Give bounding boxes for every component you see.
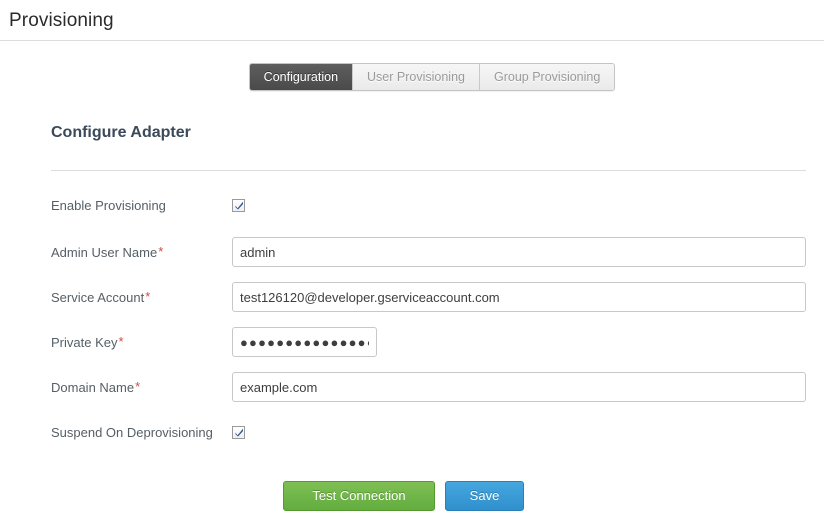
form-actions: Test Connection Save <box>51 447 806 511</box>
form-row-service-account: Service Account* <box>51 282 806 312</box>
required-marker: * <box>118 333 124 349</box>
label-enable-provisioning: Enable Provisioning <box>51 197 166 213</box>
label-admin-user-name-text: Admin User Name <box>51 244 158 260</box>
form-row-suspend-on-deprovisioning: Suspend On Deprovisioning <box>51 417 806 447</box>
checkbox-suspend-on-deprovisioning[interactable] <box>232 425 245 439</box>
page-title: Provisioning <box>9 9 114 31</box>
configure-adapter-form: Configure Adapter Enable Provisioning Ad… <box>0 91 824 511</box>
required-marker: * <box>135 378 141 394</box>
test-connection-button[interactable]: Test Connection <box>283 481 435 511</box>
page-header: Provisioning <box>0 0 824 41</box>
tab-configuration[interactable]: Configuration <box>249 64 354 90</box>
form-row-domain-name: Domain Name* <box>51 372 806 402</box>
checkmark-icon <box>235 201 243 210</box>
save-button[interactable]: Save <box>445 481 524 511</box>
tab-group-provisioning[interactable]: Group Provisioning <box>480 64 615 90</box>
required-marker: * <box>145 288 151 304</box>
service-account-input[interactable] <box>232 282 806 312</box>
form-row-private-key: Private Key* <box>51 327 806 357</box>
form-row-enable-provisioning: Enable Provisioning <box>51 190 806 220</box>
form-row-admin-user-name: Admin User Name* <box>51 237 806 267</box>
tab-user-provisioning[interactable]: User Provisioning <box>353 64 480 90</box>
private-key-input[interactable] <box>232 327 377 357</box>
tabbar-container: Configuration User Provisioning Group Pr… <box>0 41 824 91</box>
checkbox-enable-provisioning[interactable] <box>232 198 245 212</box>
label-service-account-text: Service Account <box>51 289 145 305</box>
section-divider <box>51 170 806 171</box>
admin-user-name-input[interactable] <box>232 237 806 267</box>
label-service-account: Service Account* <box>51 289 232 306</box>
label-private-key-text: Private Key <box>51 334 118 350</box>
tab-group: Configuration User Provisioning Group Pr… <box>248 63 616 91</box>
label-domain-name-text: Domain Name <box>51 379 135 395</box>
checkmark-icon <box>235 428 243 437</box>
required-marker: * <box>158 243 164 259</box>
label-suspend-on-deprovisioning: Suspend On Deprovisioning <box>51 424 213 440</box>
domain-name-input[interactable] <box>232 372 806 402</box>
section-title: Configure Adapter <box>51 124 191 141</box>
label-domain-name: Domain Name* <box>51 379 232 396</box>
label-private-key: Private Key* <box>51 334 232 351</box>
label-admin-user-name: Admin User Name* <box>51 244 232 261</box>
